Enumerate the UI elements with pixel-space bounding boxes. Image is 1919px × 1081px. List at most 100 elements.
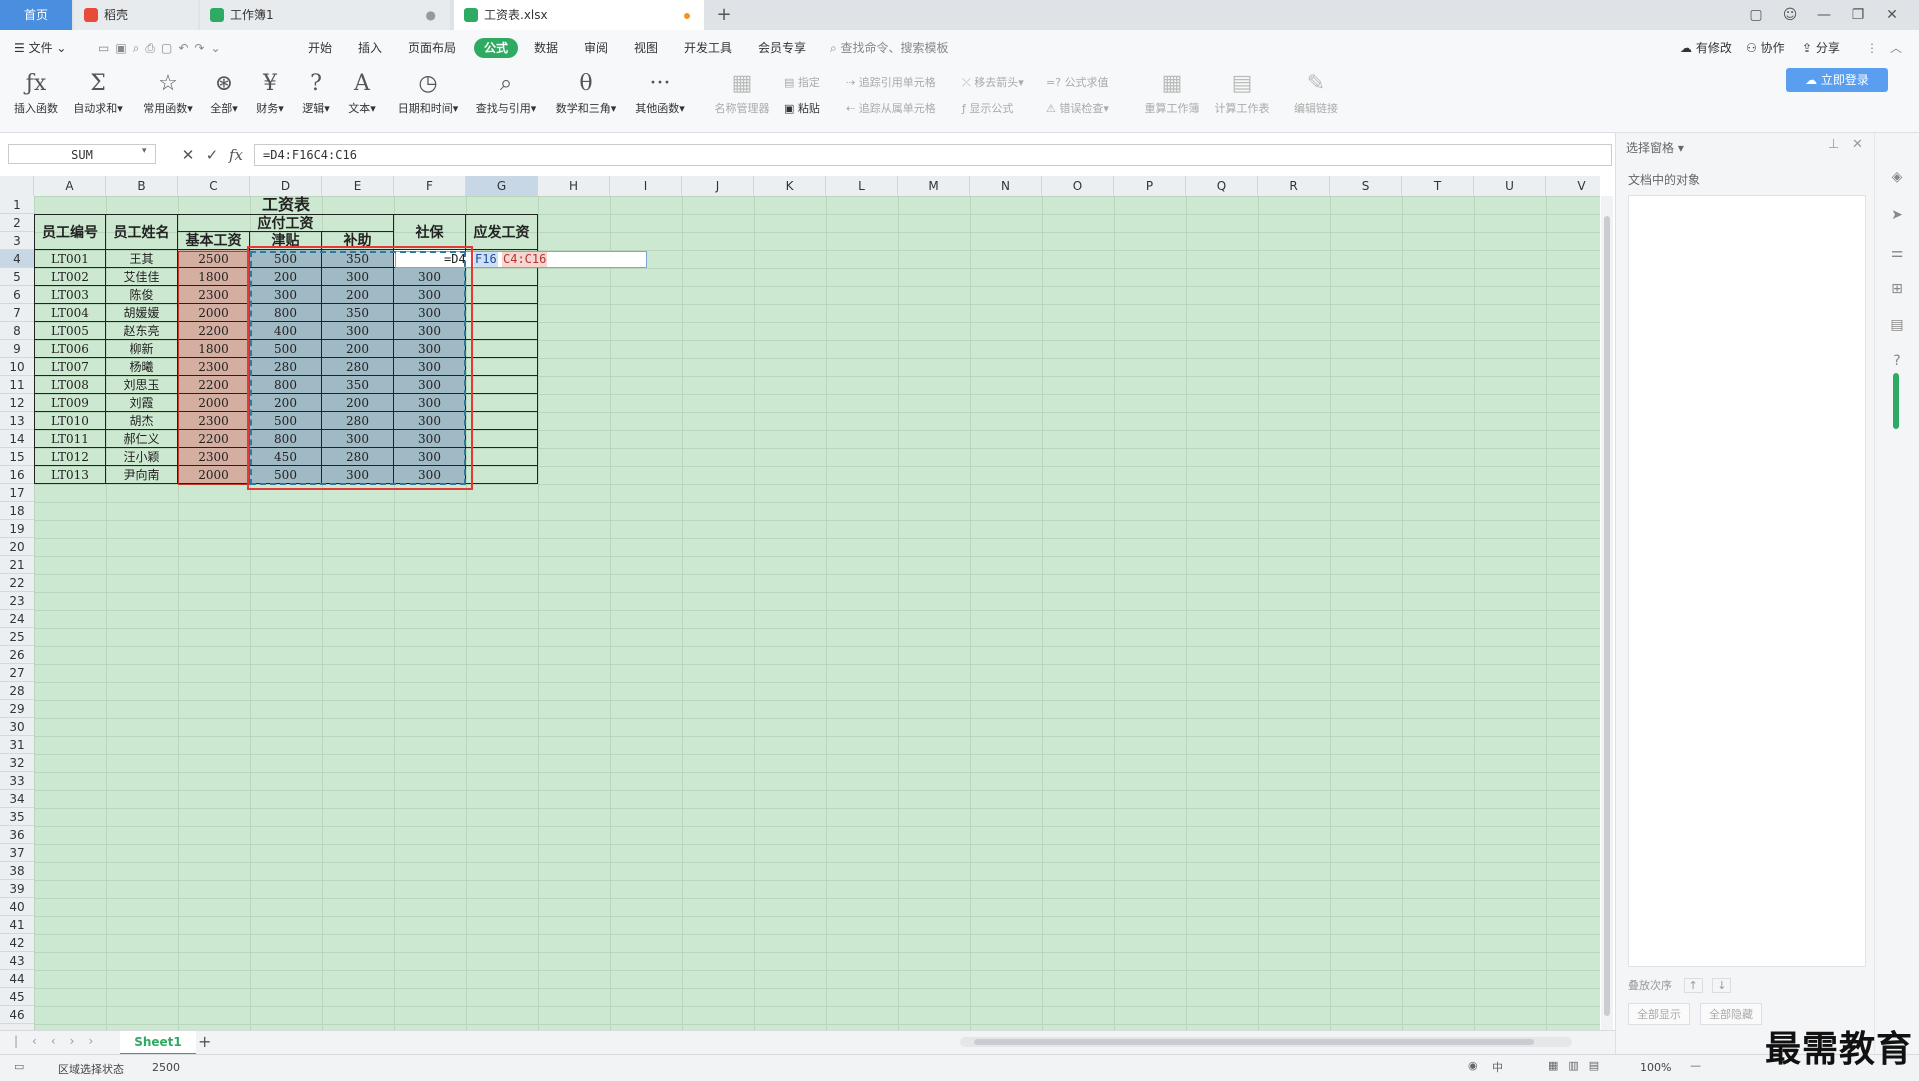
menu-developer[interactable]: 开发工具 <box>684 30 732 66</box>
cell-social[interactable]: 300 <box>394 304 466 322</box>
view-mode-icons[interactable]: ▦▥▤ <box>1548 1059 1609 1072</box>
tab-workbook1[interactable]: 工作簿1 ● <box>200 0 450 30</box>
cell-name[interactable]: 郝仁义 <box>106 430 178 448</box>
collapse-ribbon-icon[interactable]: ︿ <box>1890 30 1902 66</box>
lookup-reference-button[interactable]: ⌕ 查找与引用▾ <box>470 68 542 116</box>
column-header-k[interactable]: K <box>754 176 826 196</box>
cell-allowance[interactable]: 500 <box>250 466 322 484</box>
window-switch-icon[interactable]: ▢ <box>1739 0 1773 30</box>
row-header[interactable]: 9 <box>0 340 34 358</box>
cell-allowance[interactable]: 400 <box>250 322 322 340</box>
name-box-dropdown-icon[interactable]: ▾ <box>142 146 147 156</box>
column-header-s[interactable]: S <box>1330 176 1402 196</box>
fx-insert-icon[interactable]: fx <box>224 144 248 166</box>
calc-sheet-button[interactable]: ▤ 计算工作表 <box>1210 68 1274 116</box>
vertical-scrollbar[interactable] <box>1601 196 1613 1030</box>
other-functions-button[interactable]: ··· 其他函数▾ <box>630 68 690 116</box>
cell-subsidy[interactable]: 300 <box>322 268 394 286</box>
cell-id[interactable]: LT007 <box>34 358 106 376</box>
row-header[interactable]: 44 <box>0 970 34 988</box>
row-header[interactable]: 43 <box>0 952 34 970</box>
cell-net[interactable] <box>466 340 538 358</box>
style-icon[interactable]: ◈ <box>1889 169 1905 185</box>
cell-base[interactable]: 1800 <box>178 268 250 286</box>
show-formulas-button[interactable]: ƒ 显示公式 <box>962 100 1013 116</box>
column-header-j[interactable]: J <box>682 176 754 196</box>
column-header-t[interactable]: T <box>1402 176 1474 196</box>
cell-id[interactable]: LT008 <box>34 376 106 394</box>
login-button[interactable]: ☁ 立即登录 <box>1786 68 1888 92</box>
cell-name[interactable]: 杨曦 <box>106 358 178 376</box>
cell-social[interactable]: 300 <box>394 394 466 412</box>
cell-area[interactable]: 工资表 员工编号 员工姓名 应付工资 基本工资 津贴 补助 社保 应发工资 LT… <box>34 196 1600 1030</box>
cell-name[interactable]: 刘思玉 <box>106 376 178 394</box>
avatar[interactable]: ☺ <box>1773 0 1807 30</box>
recalc-workbook-button[interactable]: ▦ 重算工作簿 <box>1140 68 1204 116</box>
cell-subsidy[interactable]: 200 <box>322 286 394 304</box>
sheet-title[interactable]: 工资表 <box>34 196 538 214</box>
cell-subsidy[interactable]: 280 <box>322 412 394 430</box>
zoom-out-icon[interactable]: — <box>1690 1059 1701 1072</box>
cell-social[interactable]: 300 <box>394 376 466 394</box>
header-social[interactable]: 社保 <box>394 214 466 250</box>
cell-social[interactable]: 300 <box>394 286 466 304</box>
cell-net[interactable] <box>466 268 538 286</box>
header-allowance[interactable]: 津贴 <box>250 232 322 250</box>
cell-base[interactable]: 2200 <box>178 430 250 448</box>
add-sheet-button[interactable]: + <box>198 1032 211 1051</box>
date-time-button[interactable]: ◷ 日期和时间▾ <box>392 68 464 116</box>
row-header[interactable]: 39 <box>0 880 34 898</box>
cell-name[interactable]: 胡媛媛 <box>106 304 178 322</box>
cell-name[interactable]: 赵东亮 <box>106 322 178 340</box>
cell-id[interactable]: LT006 <box>34 340 106 358</box>
row-header[interactable]: 14 <box>0 430 34 448</box>
cell-id[interactable]: LT005 <box>34 322 106 340</box>
cell-name[interactable]: 胡杰 <box>106 412 178 430</box>
menu-insert[interactable]: 插入 <box>358 30 382 66</box>
cell-allowance[interactable]: 800 <box>250 430 322 448</box>
row-header[interactable]: 25 <box>0 628 34 646</box>
cell-allowance[interactable]: 200 <box>250 268 322 286</box>
header-payable[interactable]: 应付工资 <box>178 214 394 232</box>
cell-allowance[interactable]: 500 <box>250 250 322 268</box>
cancel-icon[interactable]: ✕ <box>176 144 200 166</box>
select-all-corner[interactable] <box>0 176 34 196</box>
row-header[interactable]: 3 <box>0 232 34 250</box>
cell-net[interactable] <box>466 304 538 322</box>
name-box[interactable]: SUM <box>8 144 156 164</box>
cell-name[interactable]: 刘霞 <box>106 394 178 412</box>
cell-net[interactable] <box>466 358 538 376</box>
cell-subsidy[interactable]: 300 <box>322 466 394 484</box>
row-header[interactable]: 37 <box>0 844 34 862</box>
row-header[interactable]: 28 <box>0 682 34 700</box>
column-header-b[interactable]: B <box>106 176 178 196</box>
cell-allowance[interactable]: 500 <box>250 340 322 358</box>
row-header[interactable]: 16 <box>0 466 34 484</box>
column-header-e[interactable]: E <box>322 176 394 196</box>
header-subsidy[interactable]: 补助 <box>322 232 394 250</box>
cell-subsidy[interactable]: 280 <box>322 358 394 376</box>
row-header[interactable]: 29 <box>0 700 34 718</box>
horizontal-scrollbar[interactable] <box>960 1037 1572 1047</box>
sidebar-scroll-indicator[interactable] <box>1893 373 1899 429</box>
cell-net[interactable] <box>466 430 538 448</box>
column-header-a[interactable]: A <box>34 176 106 196</box>
error-checking-button[interactable]: ⚠ 错误检查▾ <box>1046 100 1109 116</box>
tab-home[interactable]: 首页 <box>0 0 72 30</box>
row-header[interactable]: 13 <box>0 412 34 430</box>
help-icon[interactable]: ? <box>1889 353 1905 369</box>
name-manager-button[interactable]: ▦ 名称管理器 <box>710 68 774 116</box>
cell-allowance[interactable]: 500 <box>250 412 322 430</box>
row-header[interactable]: 4 <box>0 250 34 268</box>
cell-id[interactable]: LT010 <box>34 412 106 430</box>
cell-base[interactable]: 1800 <box>178 340 250 358</box>
row-header[interactable]: 17 <box>0 484 34 502</box>
row-header[interactable]: 46 <box>0 1006 34 1024</box>
trace-dependents-button[interactable]: ⇠ 追踪从属单元格 <box>846 100 936 116</box>
row-header[interactable]: 34 <box>0 790 34 808</box>
cell-social[interactable]: 300 <box>394 358 466 376</box>
share-button[interactable]: ⇪ 分享 <box>1802 30 1840 66</box>
row-header[interactable]: 11 <box>0 376 34 394</box>
menu-home[interactable]: 开始 <box>308 30 332 66</box>
evaluate-formula-button[interactable]: =? 公式求值 <box>1046 74 1109 90</box>
